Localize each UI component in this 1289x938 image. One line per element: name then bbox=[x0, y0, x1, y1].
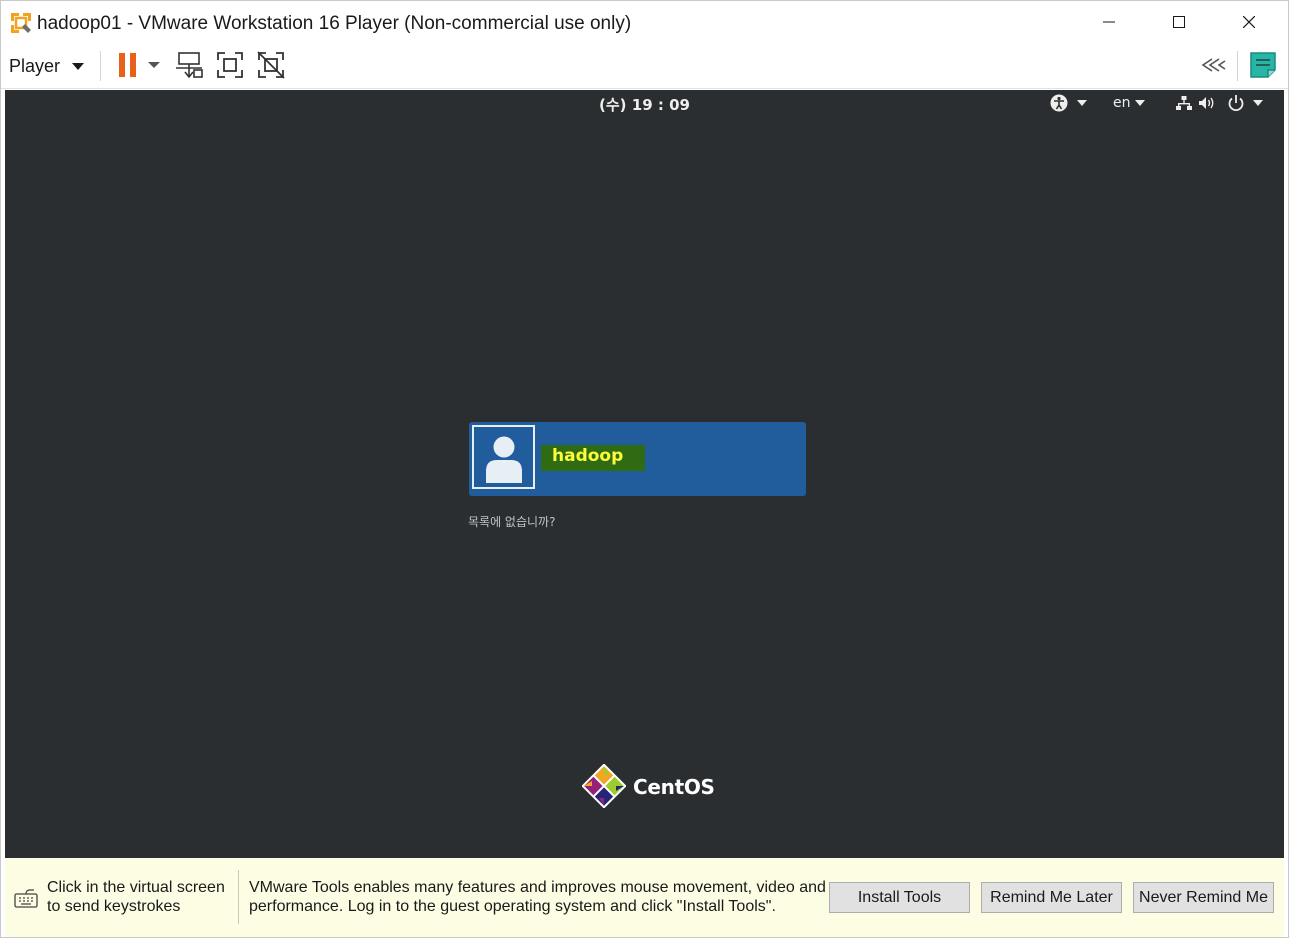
language-menu[interactable]: en bbox=[1113, 94, 1145, 112]
accessibility-menu[interactable] bbox=[1050, 94, 1087, 112]
keyboard-icon bbox=[14, 889, 38, 908]
pause-icon bbox=[119, 53, 136, 77]
close-button[interactable] bbox=[1214, 1, 1284, 43]
volume-icon bbox=[1199, 97, 1214, 109]
send-ctrl-alt-del-icon bbox=[176, 52, 203, 79]
click-to-capture-hint: Click in the virtual screen to send keys… bbox=[47, 879, 225, 915]
pause-button[interactable] bbox=[111, 48, 145, 82]
toolbar-divider bbox=[100, 51, 101, 81]
chevron-down-icon bbox=[148, 62, 160, 68]
window-title: hadoop01 - VMware Workstation 16 Player … bbox=[37, 13, 632, 34]
title-bar: hadoop01 - VMware Workstation 16 Player … bbox=[1, 1, 1288, 43]
vmware-tools-hint-bar: Click in the virtual screen to send keys… bbox=[5, 858, 1284, 937]
full-screen-icon bbox=[217, 52, 243, 78]
collapse-toolbar-button[interactable] bbox=[1196, 48, 1230, 82]
avatar bbox=[472, 425, 535, 489]
player-menu-button[interactable]: Player bbox=[9, 50, 85, 82]
accessibility-icon bbox=[1050, 94, 1068, 112]
network-icon bbox=[1176, 96, 1192, 110]
collapse-icon bbox=[1201, 58, 1226, 72]
user-list-item[interactable]: hadoop bbox=[469, 422, 806, 496]
language-label: en bbox=[1113, 95, 1131, 111]
user-name-highlight: hadoop bbox=[541, 445, 645, 471]
clock[interactable]: (수) 19 : 09 bbox=[5, 94, 1284, 115]
remind-me-later-button[interactable]: Remind Me Later bbox=[981, 882, 1122, 913]
chevron-down-icon bbox=[1077, 100, 1087, 106]
centos-logo-icon bbox=[582, 764, 626, 808]
library-notes-button[interactable] bbox=[1246, 48, 1280, 82]
vmware-tools-message: VMware Tools enables many features and i… bbox=[249, 879, 826, 915]
minimize-button[interactable] bbox=[1074, 1, 1144, 43]
chevron-down-icon bbox=[72, 63, 85, 70]
toolbar-divider bbox=[1237, 51, 1238, 81]
vmware-logo-icon bbox=[10, 12, 32, 34]
power-options-dropdown[interactable] bbox=[141, 48, 167, 82]
send-ctrl-alt-del-button[interactable] bbox=[172, 48, 206, 82]
toolbar: Player bbox=[1, 43, 1288, 89]
close-icon bbox=[1243, 16, 1255, 28]
hint-divider bbox=[238, 870, 239, 924]
system-status-menu[interactable] bbox=[1176, 94, 1263, 112]
maximize-button[interactable] bbox=[1144, 1, 1214, 43]
minimize-icon bbox=[1103, 21, 1115, 23]
unity-button[interactable] bbox=[254, 48, 288, 82]
vmware-player-window: hadoop01 - VMware Workstation 16 Player … bbox=[0, 0, 1289, 938]
user-name: hadoop bbox=[552, 446, 624, 466]
not-listed-link[interactable]: 목록에 없습니까? bbox=[468, 513, 555, 530]
player-menu-label: Player bbox=[9, 55, 61, 76]
install-tools-button[interactable]: Install Tools bbox=[829, 882, 970, 913]
power-icon bbox=[1228, 95, 1244, 112]
never-remind-me-button[interactable]: Never Remind Me bbox=[1133, 882, 1274, 913]
centos-wordmark: CentOS bbox=[633, 775, 715, 799]
library-notes-icon bbox=[1250, 52, 1276, 78]
guest-screen[interactable]: (수) 19 : 09 en hadoop 목록에 없습니까? CentOS bbox=[5, 90, 1284, 858]
full-screen-button[interactable] bbox=[213, 48, 247, 82]
unity-icon bbox=[257, 51, 285, 79]
chevron-down-icon bbox=[1253, 100, 1263, 106]
gnome-top-bar: (수) 19 : 09 en bbox=[5, 90, 1284, 116]
user-avatar-icon bbox=[486, 436, 522, 483]
maximize-icon bbox=[1173, 16, 1185, 28]
chevron-down-icon bbox=[1134, 100, 1145, 106]
